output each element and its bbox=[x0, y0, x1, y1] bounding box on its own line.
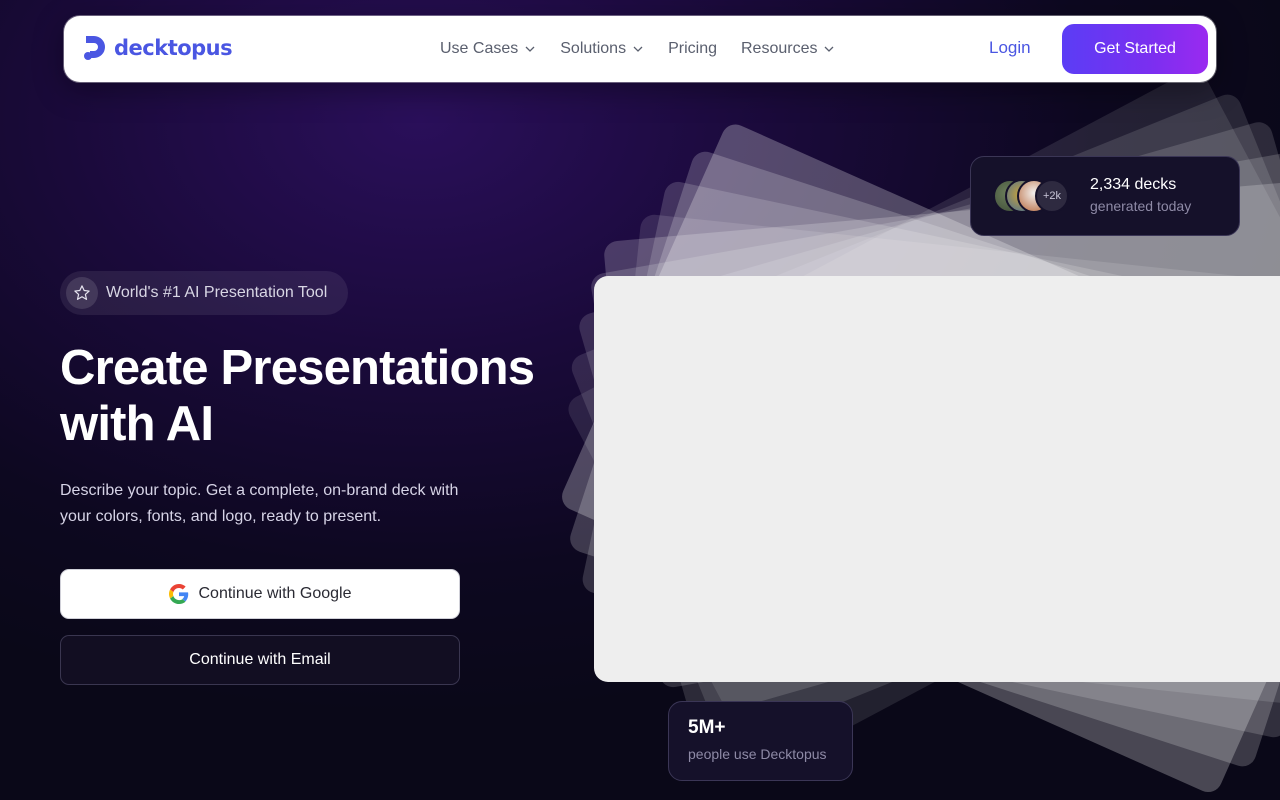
brand-name: decktopus bbox=[114, 36, 233, 60]
top-navbar: decktopus Use Cases Solutions Pricing Re… bbox=[64, 16, 1216, 82]
get-started-button[interactable]: Get Started bbox=[1062, 24, 1208, 74]
hero-subtitle: Describe your topic. Get a complete, on-… bbox=[60, 482, 459, 525]
nav-pricing[interactable]: Pricing bbox=[668, 40, 717, 58]
award-badge: World's #1 AI Presentation Tool bbox=[60, 271, 348, 315]
nav-solutions[interactable]: Solutions bbox=[560, 40, 644, 58]
decktopus-logo-icon bbox=[84, 36, 105, 60]
decks-generated-stat: +2k 2,334 decks generated today bbox=[970, 156, 1240, 236]
chevron-down-icon bbox=[525, 46, 535, 52]
star-icon bbox=[66, 277, 98, 309]
google-button-label: Continue with Google bbox=[198, 585, 352, 602]
email-button-label: Continue with Email bbox=[189, 651, 331, 668]
decks-count: 2,334 decks bbox=[1090, 176, 1177, 193]
chevron-down-icon bbox=[825, 46, 834, 52]
nav-resources[interactable]: Resources bbox=[741, 40, 835, 58]
login-link[interactable]: Login bbox=[989, 38, 1031, 58]
users-count-label: people use Decktopus bbox=[688, 746, 827, 762]
users-count: 5M+ bbox=[688, 717, 726, 738]
nav-links: Use Cases Solutions Pricing Resources bbox=[440, 16, 859, 82]
nav-resources-label: Resources bbox=[740, 40, 818, 57]
brand-logo[interactable]: decktopus bbox=[82, 33, 233, 63]
hero-title-line-2: with AI bbox=[60, 397, 214, 451]
continue-with-google-button[interactable]: Continue with Google bbox=[60, 569, 460, 619]
users-stat: 5M+ people use Decktopus bbox=[668, 701, 853, 781]
hero-title: Create Presentations with AI bbox=[60, 340, 580, 452]
chevron-down-icon bbox=[633, 46, 643, 52]
decks-count-label: generated today bbox=[1090, 198, 1192, 214]
nav-use-cases[interactable]: Use Cases bbox=[440, 40, 536, 58]
google-icon bbox=[168, 584, 188, 604]
nav-pricing-label: Pricing bbox=[668, 40, 717, 57]
nav-solutions-label: Solutions bbox=[560, 40, 627, 57]
hero-title-line-1: Create Presentations bbox=[60, 341, 535, 395]
nav-use-cases-label: Use Cases bbox=[440, 40, 519, 57]
presentation-preview-card bbox=[594, 276, 1280, 682]
continue-with-email-button[interactable]: Continue with Email bbox=[60, 635, 460, 685]
badge-text: World's #1 AI Presentation Tool bbox=[106, 284, 328, 301]
avatar-more-count: +2k bbox=[1035, 179, 1069, 213]
avatar-stack: +2k bbox=[993, 179, 1073, 213]
